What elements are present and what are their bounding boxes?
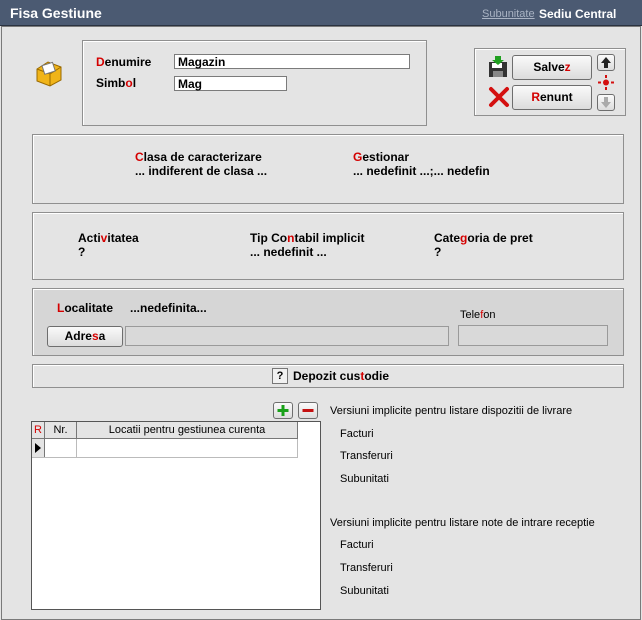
arrow-down-button[interactable] (597, 94, 615, 111)
add-row-button[interactable] (273, 402, 293, 419)
livrare-subunitati-link[interactable]: Subunitati (340, 473, 389, 485)
subunitate-value: Sediu Central (539, 7, 617, 21)
arrow-up-icon (601, 57, 611, 68)
adresa-field[interactable] (125, 326, 449, 346)
locations-grid[interactable]: R Nr. Locatii pentru gestiunea curenta (31, 421, 321, 610)
localitate-label: Localitate (57, 301, 114, 315)
versions-receptie-title: Versiuni implicite pentru listare note d… (330, 517, 595, 529)
clasa-label: Clasa de caracterizare (135, 150, 262, 164)
telefon-field[interactable] (458, 325, 608, 346)
depozit-checkbox[interactable]: ? (272, 368, 288, 384)
livrare-transferuri-link[interactable]: Transferuri (340, 450, 393, 462)
row-pointer-icon (35, 443, 41, 453)
row-pointer (32, 439, 45, 457)
gestionar-value[interactable]: ... nedefinit ...;... nedefin (353, 164, 495, 178)
categoria-value[interactable]: ? (434, 245, 441, 259)
cancel-x-icon[interactable] (488, 86, 510, 108)
gestionar-label: Gestionar (353, 150, 410, 164)
plus-icon (277, 405, 289, 416)
clasa-value[interactable]: ... indiferent de clasa ... (135, 164, 267, 178)
cell-nr[interactable] (45, 439, 77, 457)
tip-contabil-value[interactable]: ... nedefinit ... (250, 245, 327, 259)
grid-header-nr[interactable]: Nr. (45, 422, 77, 439)
save-disk-icon[interactable] (486, 56, 510, 78)
localitate-value[interactable]: ...nedefinita... (130, 301, 207, 315)
activitatea-label: Activitatea (78, 231, 139, 245)
receptie-transferuri-link[interactable]: Transferuri (340, 562, 393, 574)
arrow-down-icon (601, 97, 611, 108)
grid-header-locatii[interactable]: Locatii pentru gestiunea curenta (77, 422, 298, 439)
arrow-up-button[interactable] (597, 54, 615, 71)
receptie-facturi-link[interactable]: Facturi (340, 539, 374, 551)
classification-panel (32, 134, 624, 204)
minus-icon (302, 409, 314, 412)
versions-livrare-title: Versiuni implicite pentru listare dispoz… (330, 405, 573, 417)
activitatea-value[interactable]: ? (78, 245, 85, 259)
denumire-label: Denumire (96, 55, 152, 69)
denumire-input[interactable]: Magazin (174, 54, 410, 69)
table-row[interactable] (32, 439, 298, 458)
depozit-label: Depozit custodie (293, 369, 390, 383)
target-icon[interactable] (597, 74, 615, 91)
cell-locatie[interactable] (77, 439, 298, 457)
title-bar: Fisa Gestiune Subunitate Sediu Central (0, 0, 642, 26)
remove-row-button[interactable] (298, 402, 318, 419)
livrare-facturi-link[interactable]: Facturi (340, 428, 374, 440)
simbol-label: Simbol (96, 76, 137, 90)
adresa-button[interactable]: Adresa (47, 326, 123, 347)
subunitate-link[interactable]: Subunitate (482, 8, 535, 20)
activity-panel (32, 212, 624, 280)
cancel-button[interactable]: Renunt (512, 85, 592, 110)
receptie-subunitati-link[interactable]: Subunitati (340, 585, 389, 597)
folder-icon (34, 58, 64, 88)
tip-contabil-label: Tip Contabil implicit (250, 231, 365, 245)
telefon-label: Telefon (460, 309, 496, 321)
window-title: Fisa Gestiune (10, 5, 102, 21)
categoria-label: Categoria de pret (434, 231, 533, 245)
grid-marker: R (32, 422, 45, 439)
save-button[interactable]: Salvez (512, 55, 592, 80)
simbol-input[interactable]: Mag (174, 76, 287, 91)
